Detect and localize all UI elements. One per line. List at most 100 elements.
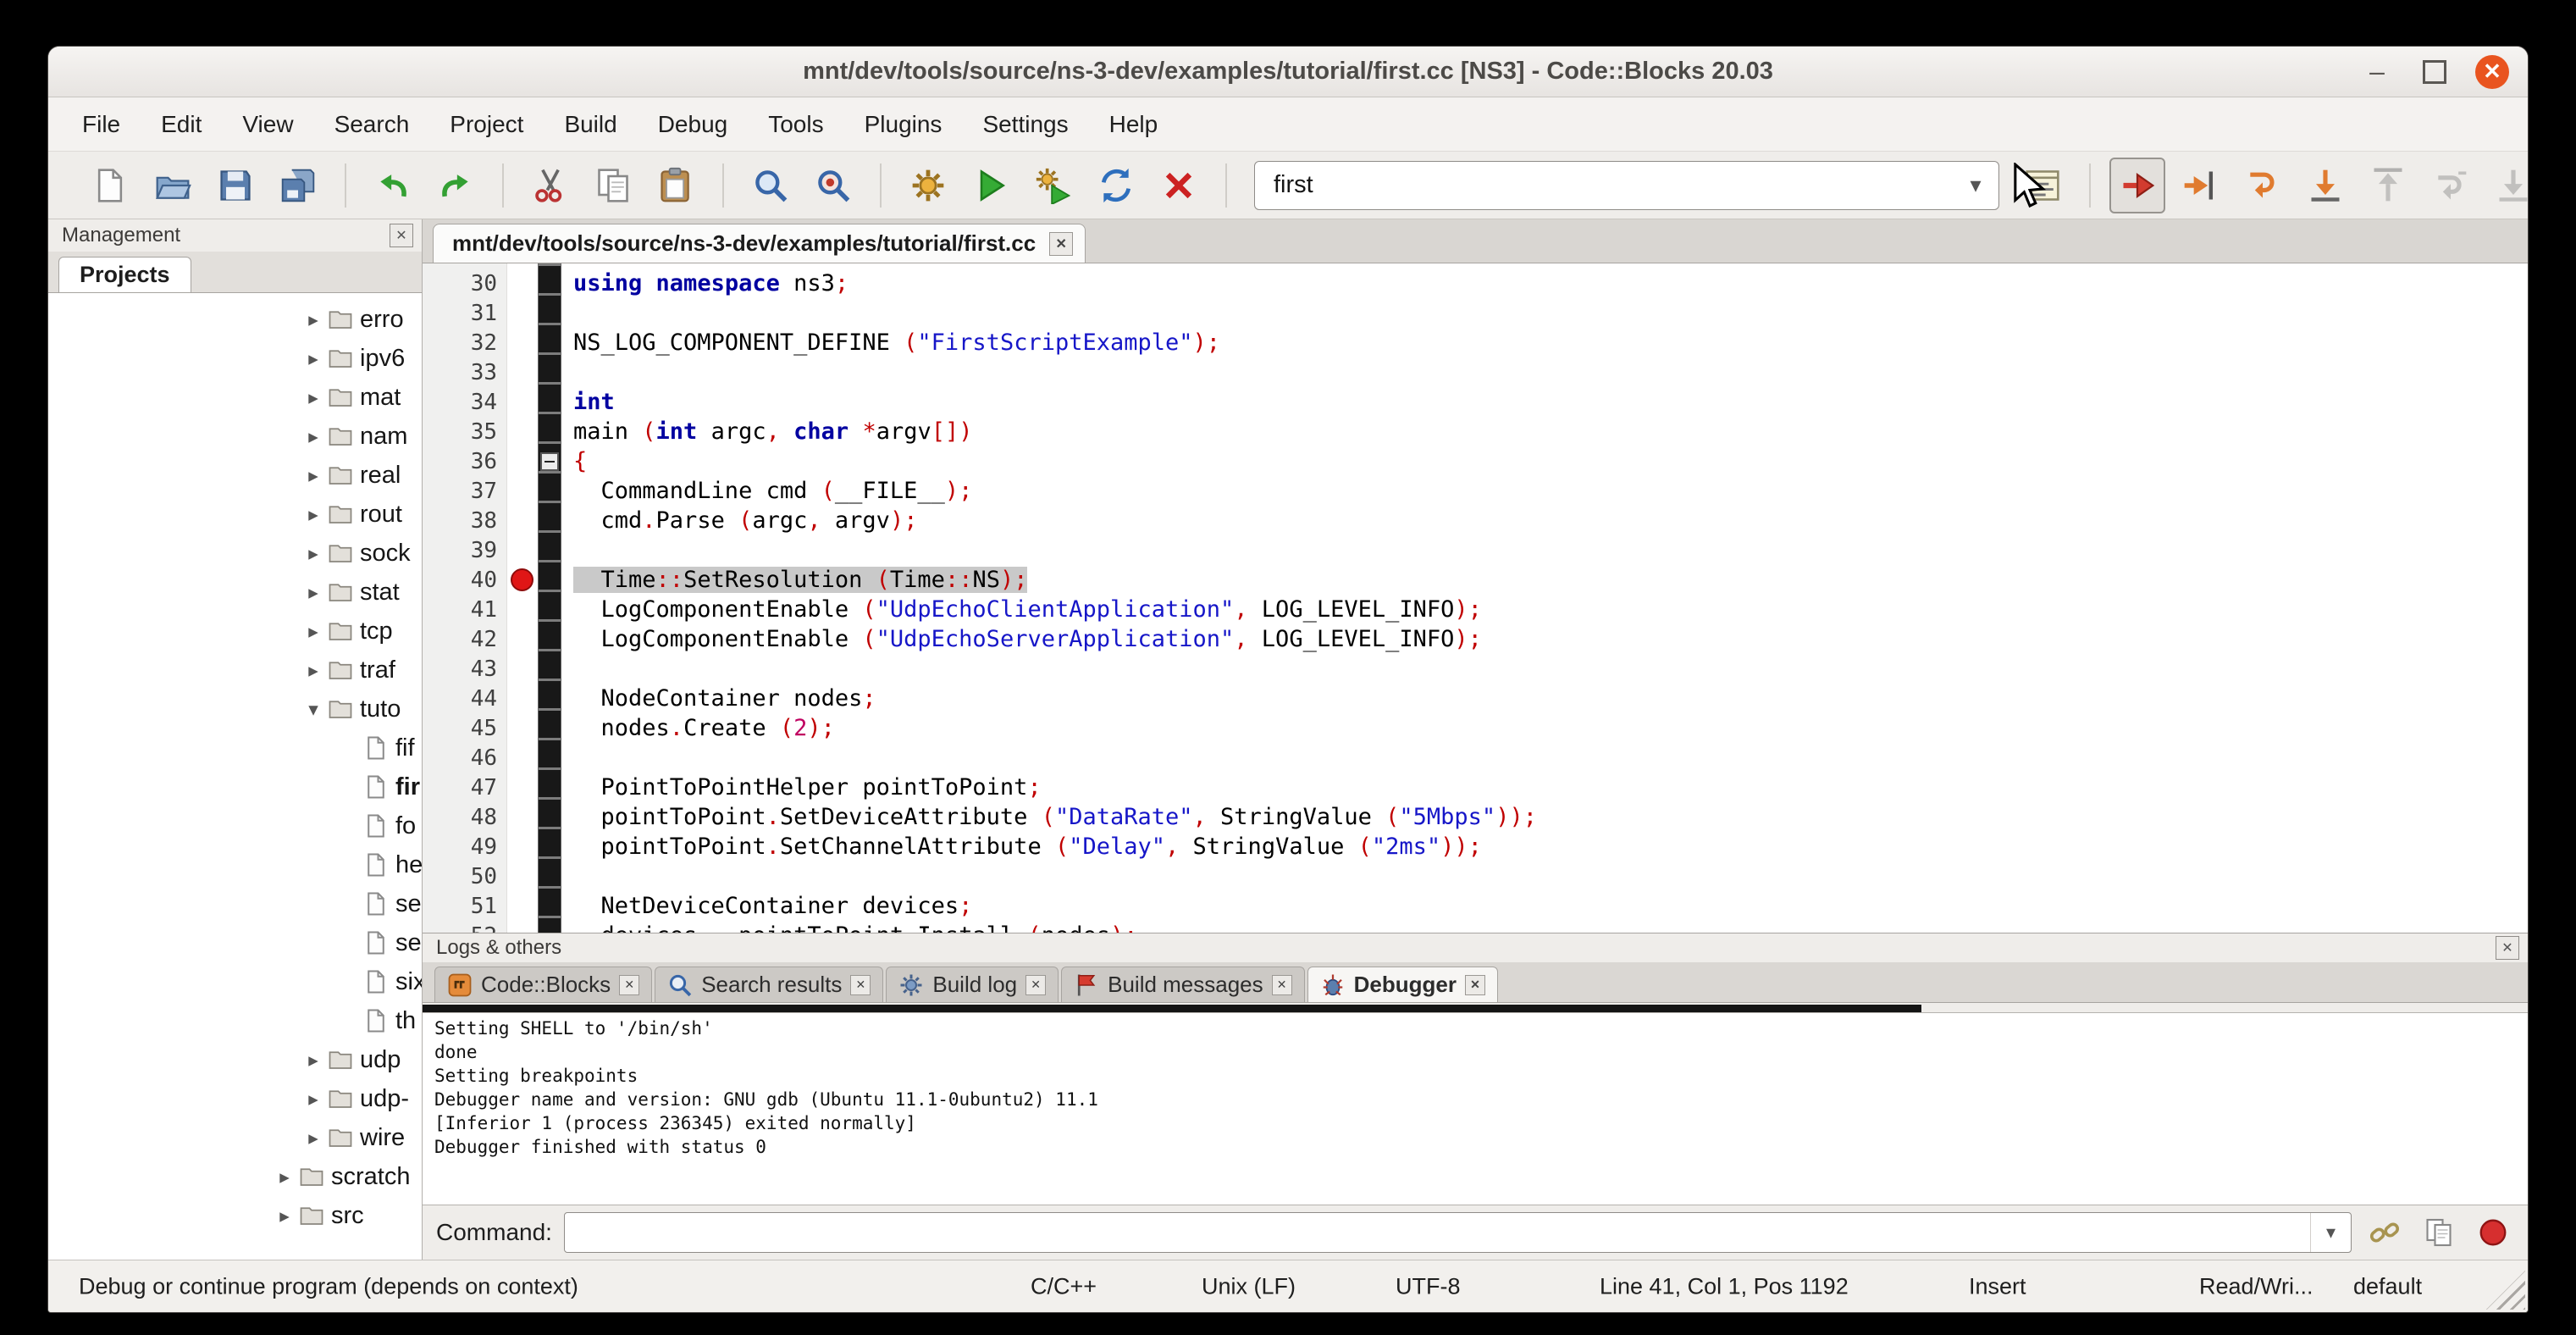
tree-item-nam[interactable]: ▸nam (48, 417, 422, 456)
chevron-right-icon[interactable]: ▸ (299, 659, 328, 682)
redo-button[interactable] (428, 158, 484, 213)
code-line[interactable]: 32NS_LOG_COMPONENT_DEFINE ("FirstScriptE… (423, 328, 2528, 357)
tab-close-icon[interactable]: ✕ (1049, 232, 1073, 256)
tree-item-tuto[interactable]: ▾tuto (48, 690, 422, 728)
code-line[interactable]: 47 PointToPointHelper pointToPoint; (423, 773, 2528, 802)
management-close-icon[interactable]: ✕ (390, 224, 413, 247)
build-and-run-button[interactable] (1025, 158, 1081, 213)
step-into-button[interactable] (2297, 158, 2353, 213)
chevron-right-icon[interactable]: ▸ (299, 386, 328, 409)
tree-item-tcp[interactable]: ▸tcp (48, 612, 422, 651)
breakpoint-margin[interactable] (507, 269, 538, 298)
tree-item-fif[interactable]: fif (48, 728, 422, 767)
breakpoint-margin[interactable] (507, 802, 538, 832)
chevron-right-icon[interactable]: ▸ (299, 503, 328, 526)
new-file-button[interactable] (82, 158, 138, 213)
tree-item-erro[interactable]: ▸erro (48, 300, 422, 339)
editor-tab[interactable]: mnt/dev/tools/source/ns-3-dev/examples/t… (433, 224, 1086, 263)
code-line[interactable]: 49 pointToPoint.SetChannelAttribute ("De… (423, 832, 2528, 861)
tree-item-six[interactable]: six (48, 962, 422, 1001)
save-button[interactable] (207, 158, 263, 213)
stop-button[interactable] (2472, 1211, 2514, 1254)
resize-grip[interactable] (2486, 1271, 2525, 1310)
paste-button[interactable] (648, 158, 704, 213)
code-line[interactable]: 41 LogComponentEnable ("UdpEchoClientApp… (423, 595, 2528, 624)
tab-projects[interactable]: Projects (58, 257, 191, 292)
tab-close-icon[interactable]: ✕ (1272, 975, 1292, 995)
tree-item-fir[interactable]: fir (48, 767, 422, 806)
project-tree[interactable]: ▸erro▸ipv6▸mat▸nam▸real▸rout▸sock▸stat▸t… (48, 292, 422, 1260)
chevron-right-icon[interactable]: ▸ (299, 308, 328, 331)
undo-button[interactable] (365, 158, 421, 213)
tree-item-sock[interactable]: ▸sock (48, 534, 422, 573)
save-all-button[interactable] (270, 158, 326, 213)
chevron-down-icon[interactable]: ▾ (1953, 172, 1998, 198)
code-line[interactable]: 48 pointToPoint.SetDeviceAttribute ("Dat… (423, 802, 2528, 832)
tree-item-traf[interactable]: ▸traf (48, 651, 422, 690)
breakpoint-margin[interactable] (507, 506, 538, 535)
chevron-right-icon[interactable]: ▸ (299, 464, 328, 487)
chevron-right-icon[interactable]: ▸ (299, 1088, 328, 1111)
tree-item-udp[interactable]: ▸udp- (48, 1079, 422, 1118)
tree-item-wire[interactable]: ▸wire (48, 1118, 422, 1157)
code-editor[interactable]: 30using namespace ns3;3132NS_LOG_COMPONE… (423, 263, 2528, 933)
menu-tools[interactable]: Tools (748, 97, 843, 151)
tree-item-real[interactable]: ▸real (48, 456, 422, 495)
tab-close-icon[interactable]: ✕ (850, 975, 871, 995)
breakpoint-margin[interactable] (507, 891, 538, 921)
chevron-down-icon[interactable]: ▾ (2310, 1213, 2351, 1252)
breakpoint-margin[interactable] (507, 861, 538, 891)
tree-item-se[interactable]: se (48, 923, 422, 962)
breakpoint-margin[interactable] (507, 743, 538, 773)
code-line[interactable]: 51 NetDeviceContainer devices; (423, 891, 2528, 921)
code-line[interactable]: 34int (423, 387, 2528, 417)
code-line[interactable]: 43 (423, 654, 2528, 684)
code-line[interactable]: 39 (423, 535, 2528, 565)
tree-item-udp[interactable]: ▸udp (48, 1040, 422, 1079)
chevron-right-icon[interactable]: ▸ (270, 1205, 299, 1227)
menu-plugins[interactable]: Plugins (844, 97, 963, 151)
tree-item-fo[interactable]: fo (48, 806, 422, 845)
breakpoint-margin[interactable] (507, 446, 538, 476)
rebuild-button[interactable] (1088, 158, 1144, 213)
chevron-right-icon[interactable]: ▸ (299, 425, 328, 448)
fold-collapse-icon[interactable] (540, 452, 559, 471)
code-line[interactable]: 30using namespace ns3; (423, 269, 2528, 298)
menu-file[interactable]: File (62, 97, 141, 151)
debugger-log[interactable]: Setting SHELL to '/bin/sh'doneSetting br… (423, 1012, 2528, 1205)
breakpoint-margin[interactable] (507, 328, 538, 357)
code-line[interactable]: 44 NodeContainer nodes; (423, 684, 2528, 713)
menu-edit[interactable]: Edit (141, 97, 222, 151)
menu-settings[interactable]: Settings (962, 97, 1088, 151)
copy-button[interactable] (585, 158, 641, 213)
tree-item-stat[interactable]: ▸stat (48, 573, 422, 612)
build-target-combo[interactable]: first▾ (1254, 161, 1999, 210)
link-button[interactable] (2363, 1211, 2406, 1254)
find-button[interactable] (743, 158, 799, 213)
chevron-right-icon[interactable]: ▸ (299, 347, 328, 370)
chevron-right-icon[interactable]: ▸ (299, 620, 328, 643)
breakpoint-margin[interactable] (507, 357, 538, 387)
chevron-right-icon[interactable]: ▸ (299, 1049, 328, 1072)
tree-item-th[interactable]: th (48, 1001, 422, 1040)
tab-close-icon[interactable]: ✕ (1025, 975, 1046, 995)
tree-item-rout[interactable]: ▸rout (48, 495, 422, 534)
run-button[interactable] (963, 158, 1019, 213)
chevron-right-icon[interactable]: ▸ (299, 1127, 328, 1149)
abort-build-button[interactable] (1151, 158, 1207, 213)
tree-item-se[interactable]: se (48, 884, 422, 923)
run-to-cursor-button[interactable] (2172, 158, 2228, 213)
logs-tab-build-log[interactable]: Build log✕ (886, 967, 1059, 1002)
code-line[interactable]: 45 nodes.Create (2); (423, 713, 2528, 743)
debug-continue-button[interactable] (2109, 158, 2165, 213)
next-line-button[interactable] (2235, 158, 2291, 213)
code-line[interactable]: 35main (int argc, char *argv[]) (423, 417, 2528, 446)
code-line[interactable]: 46 (423, 743, 2528, 773)
breakpoint-margin[interactable] (507, 565, 538, 595)
title-bar[interactable]: mnt/dev/tools/source/ns-3-dev/examples/t… (48, 47, 2528, 97)
open-folder-button[interactable] (145, 158, 201, 213)
copy-button[interactable] (2418, 1211, 2460, 1254)
code-line[interactable]: 42 LogComponentEnable ("UdpEchoServerApp… (423, 624, 2528, 654)
chevron-right-icon[interactable]: ▸ (299, 542, 328, 565)
breakpoint-margin[interactable] (507, 684, 538, 713)
